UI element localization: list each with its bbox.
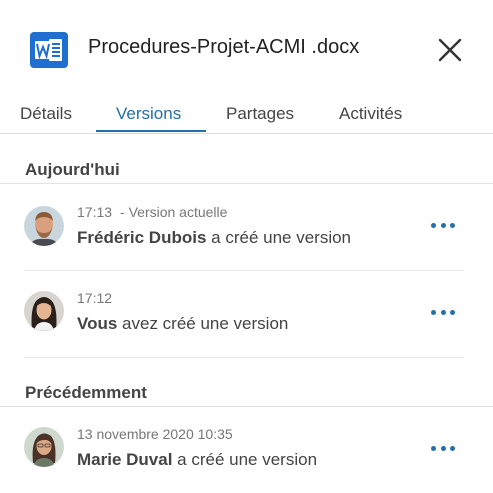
panel-header: Procedures-Projet-ACMI .docx	[0, 0, 493, 96]
version-description: Frédéric Dubois a créé une version	[77, 228, 351, 248]
version-description: Marie Duval a créé une version	[77, 450, 317, 470]
version-time: 17:12	[77, 290, 113, 306]
version-time: 17:13	[77, 204, 113, 220]
avatar	[24, 427, 64, 467]
close-icon[interactable]	[436, 36, 464, 64]
avatar	[24, 291, 64, 331]
tab-partages[interactable]: Partages	[226, 104, 294, 124]
file-title: Procedures-Projet-ACMI .docx	[88, 36, 360, 58]
version-current-label: - Version actuelle	[120, 204, 228, 220]
section-title-previous: Précédemment	[25, 383, 147, 402]
version-description: Vous avez créé une version	[77, 314, 288, 334]
more-options-icon[interactable]	[428, 438, 458, 458]
word-file-icon	[30, 32, 68, 68]
version-time: 13 novembre 2020 10:35	[77, 426, 233, 442]
avatar	[24, 206, 64, 246]
row-divider	[24, 357, 464, 358]
tab-activites[interactable]: Activités	[339, 104, 402, 124]
version-item[interactable]: 13 novembre 2020 10:35 Marie Duval a cré…	[0, 407, 493, 493]
version-meta: 13 novembre 2020 10:35	[77, 426, 233, 442]
version-author: Frédéric Dubois	[77, 228, 207, 247]
section-title-today: Aujourd'hui	[25, 160, 120, 179]
version-action: a créé une version	[177, 450, 318, 469]
version-meta: 17:12	[77, 290, 112, 306]
version-item[interactable]: 17:12 Vous avez créé une version	[0, 271, 493, 357]
version-author: Marie Duval	[77, 450, 173, 469]
version-author: Vous	[77, 314, 118, 333]
version-action: a créé une version	[211, 228, 352, 247]
tab-versions[interactable]: Versions	[116, 104, 181, 124]
tab-details[interactable]: Détails	[20, 104, 72, 124]
tab-bar: Détails Versions Partages Activités	[0, 96, 493, 134]
more-options-icon[interactable]	[428, 302, 458, 322]
active-tab-indicator	[96, 130, 206, 132]
version-item[interactable]: 17:13 - Version actuelle Frédéric Dubois …	[0, 184, 493, 270]
version-action: avez créé une version	[122, 314, 289, 333]
version-meta: 17:13 - Version actuelle	[77, 204, 227, 220]
more-options-icon[interactable]	[428, 215, 458, 235]
